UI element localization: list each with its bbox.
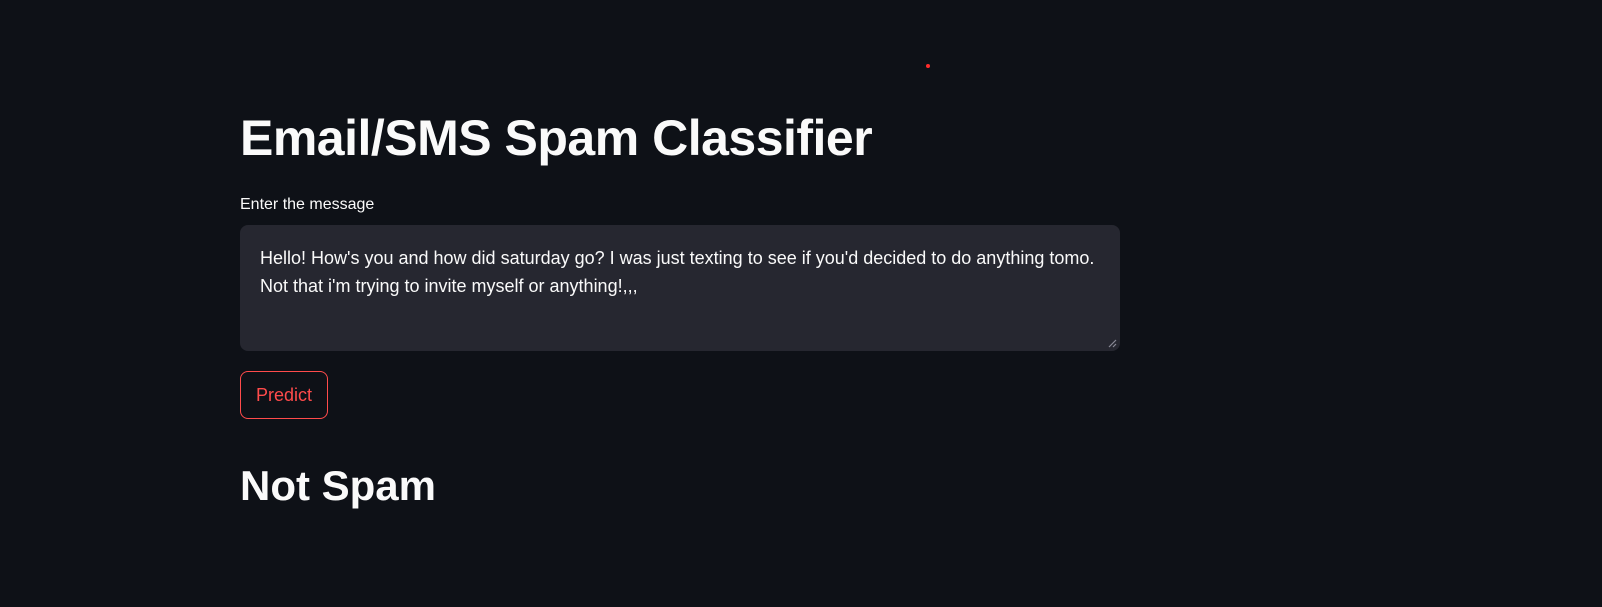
resize-handle-icon[interactable] [1108, 339, 1117, 348]
prediction-result: Not Spam [240, 462, 437, 509]
running-status-indicator [926, 64, 930, 68]
message-label: Enter the message [240, 196, 375, 213]
predict-button[interactable]: Predict [240, 371, 329, 419]
page-title: Email/SMS Spam Classifier [240, 110, 873, 166]
message-textarea-container: Hello! How's you and how did saturday go… [240, 225, 1120, 351]
message-textarea[interactable]: Hello! How's you and how did saturday go… [260, 244, 1100, 332]
